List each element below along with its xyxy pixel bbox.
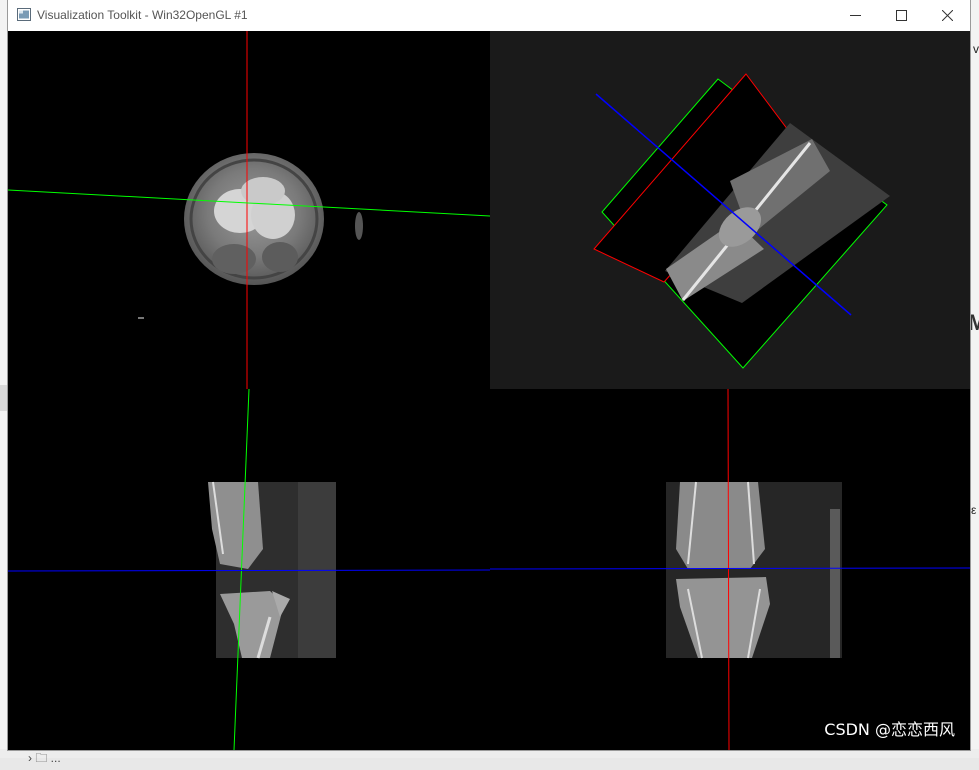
crosshair-blue[interactable] <box>8 569 490 572</box>
sagittal-view[interactable] <box>8 389 490 750</box>
background-band <box>0 385 8 411</box>
background-bottom-edge: › 🗀 ... <box>0 749 979 765</box>
app-icon <box>17 8 31 21</box>
crosshair-red[interactable] <box>727 389 730 750</box>
close-button[interactable] <box>924 0 970 31</box>
close-icon <box>941 10 953 21</box>
watermark: CSDN @恋恋西风 <box>824 720 955 739</box>
oblique-planes-3d <box>593 73 890 369</box>
background-text-fragment: ε <box>971 503 977 517</box>
coronal-image <box>490 389 970 750</box>
maximize-icon <box>895 10 907 21</box>
crosshair-blue[interactable] <box>490 567 970 570</box>
background-text-fragment: v <box>973 42 979 56</box>
axial-image <box>8 31 490 389</box>
viewport-grid[interactable]: CSDN @恋恋西风 <box>8 31 970 750</box>
background-folder-item: › 🗀 ... <box>28 751 61 765</box>
vtk-render-window[interactable]: Visualization Toolkit - Win32OpenGL #1 C… <box>8 0 970 750</box>
minimize-button[interactable] <box>832 0 878 31</box>
3d-view[interactable] <box>490 31 970 389</box>
background-right-edge: v M ε <box>968 0 979 758</box>
minimize-icon <box>849 15 861 16</box>
background-left-edge <box>0 0 8 758</box>
window-title: Visualization Toolkit - Win32OpenGL #1 <box>37 8 248 22</box>
maximize-button[interactable] <box>878 0 924 31</box>
coronal-view[interactable] <box>490 389 970 750</box>
sagittal-image <box>8 389 490 750</box>
title-bar[interactable]: Visualization Toolkit - Win32OpenGL #1 <box>8 0 970 31</box>
axial-view[interactable] <box>8 31 490 389</box>
